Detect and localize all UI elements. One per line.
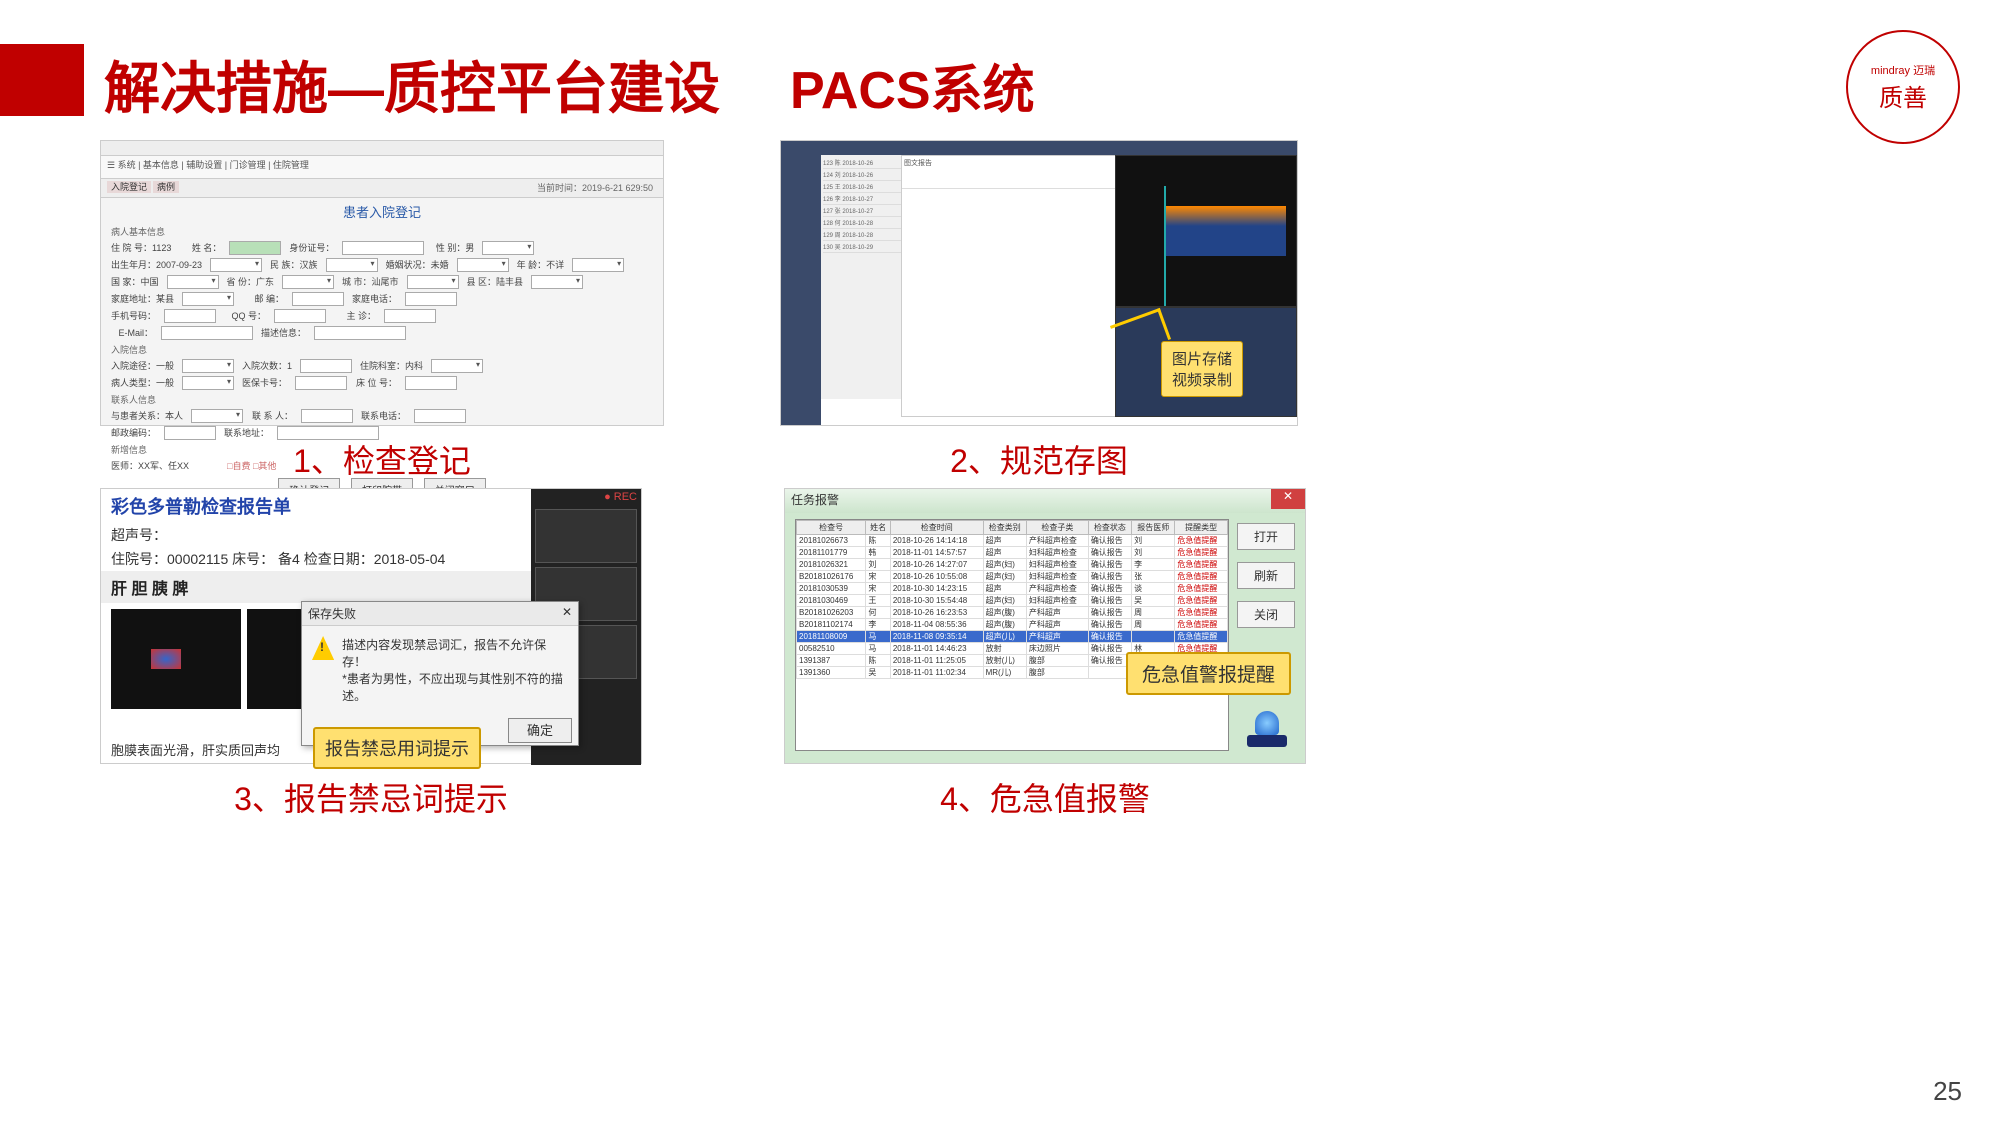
slide-subtitle: PACS系统 — [790, 48, 1035, 123]
warning-icon — [312, 636, 334, 660]
refresh-button[interactable]: 刷新 — [1237, 562, 1295, 589]
table-row[interactable]: 20181026673陈2018-10-26 14:14:18超声产科超声检查确… — [797, 535, 1228, 547]
table-row[interactable]: B20181102174李2018-11-04 08:55:36超声(腹)产科超… — [797, 619, 1228, 631]
panel-critical-alert: 任务报警✕ 检查号姓名检查时间检查类别检查子类检查状态报告医师提醒类型 2018… — [784, 488, 1306, 820]
table-row[interactable]: B20181026176宋2018-10-26 10:55:08超声(妇)妇科超… — [797, 571, 1228, 583]
name-input[interactable] — [229, 241, 281, 255]
panel-forbidden-words: 彩色多普勒检查报告单 超声号： 住院号：00002115 床号： 备4 检查日期… — [100, 488, 642, 820]
table-row[interactable]: B20181026203何2018-10-26 16:23:53超声(腹)产科超… — [797, 607, 1228, 619]
tab-record[interactable]: 病例 — [153, 181, 179, 193]
screenshot-report-dialog: 彩色多普勒检查报告单 超声号： 住院号：00002115 床号： 备4 检查日期… — [100, 488, 642, 764]
form-timestamp: 当前时间：2019-6-21 629:50 — [537, 181, 653, 194]
siren-icon — [1243, 707, 1291, 747]
tab-admission[interactable]: 入院登记 — [107, 181, 151, 193]
screenshot-pacs-editor: 123 陈 2018-10-26124 刘 2018-10-26125 王 20… — [780, 140, 1298, 426]
table-row[interactable]: 20181030539宋2018-10-30 14:23:15超声产科超声检查确… — [797, 583, 1228, 595]
brand-logo: mindray 迈瑞 质善 — [1846, 30, 1960, 144]
table-row[interactable]: 20181026321刘2018-10-26 14:27:07超声(妇)妇科超声… — [797, 559, 1228, 571]
callout-critical-alert: 危急值警报提醒 — [1126, 652, 1291, 695]
page-number: 25 — [1933, 1076, 1962, 1107]
close-button[interactable]: 关闭 — [1237, 601, 1295, 628]
table-row[interactable]: 20181108009马2018-11-08 09:35:14超声(儿)产科超声… — [797, 631, 1228, 643]
callout-forbidden-words: 报告禁忌用词提示 — [313, 727, 481, 769]
caption-4: 4、危急值报警 — [940, 774, 1150, 820]
close-icon[interactable]: ✕ — [562, 605, 572, 622]
form-title: 患者入院登记 — [101, 202, 663, 221]
screenshot-alert-list: 任务报警✕ 检查号姓名检查时间检查类别检查子类检查状态报告医师提醒类型 2018… — [784, 488, 1306, 764]
table-row[interactable]: 20181101779韩2018-11-01 14:57:57超声妇科超声检查确… — [797, 547, 1228, 559]
callout-storage: 图片存储 视频录制 — [1161, 341, 1243, 397]
ok-button[interactable]: 确定 — [508, 718, 572, 743]
accent-bar — [0, 44, 84, 116]
open-button[interactable]: 打开 — [1237, 523, 1295, 550]
ultrasound-image — [111, 609, 241, 709]
save-failed-dialog: 保存失败✕ 描述内容发现禁忌词汇，报告不允许保存！*患者为男性，不应出现与其性别… — [301, 601, 579, 746]
caption-3: 3、报告禁忌词提示 — [234, 774, 508, 820]
panel-registration: ☰ 系统 | 基本信息 | 辅助设置 | 门诊管理 | 住院管理 入院登记病例 … — [100, 140, 664, 482]
ultrasound-viewer — [1115, 155, 1297, 307]
close-icon[interactable]: ✕ — [1271, 489, 1305, 509]
caption-2: 2、规范存图 — [950, 436, 1128, 482]
table-row[interactable]: 20181030469王2018-10-30 15:54:48超声(妇)妇科超声… — [797, 595, 1228, 607]
panel-image-storage: 123 陈 2018-10-26124 刘 2018-10-26125 王 20… — [780, 140, 1298, 482]
screenshot-registration-form: ☰ 系统 | 基本信息 | 辅助设置 | 门诊管理 | 住院管理 入院登记病例 … — [100, 140, 664, 426]
slide-title: 解决措施—质控平台建设 — [104, 44, 720, 125]
